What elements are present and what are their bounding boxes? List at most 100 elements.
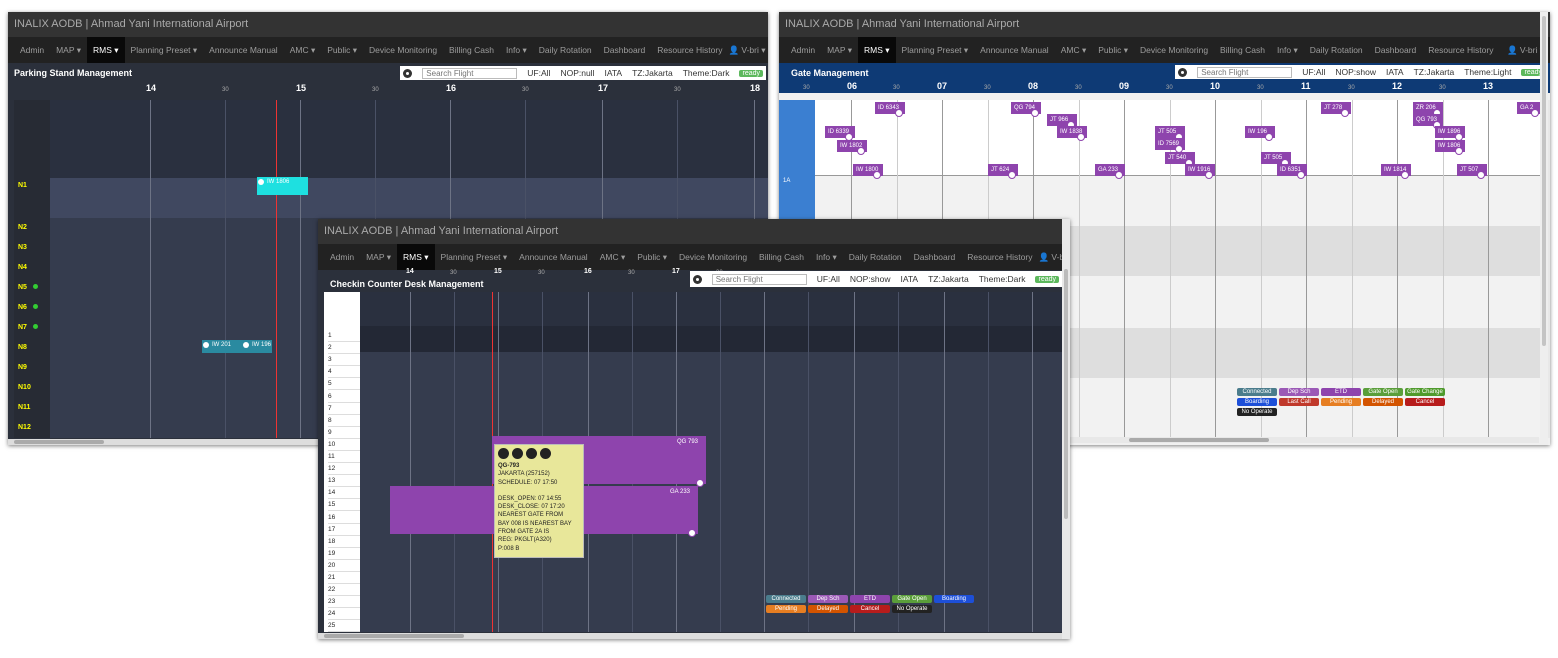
flight-bar[interactable]: IW 196 xyxy=(1245,126,1275,141)
edit-icon[interactable] xyxy=(540,448,551,459)
nav-daily-rotation[interactable]: Daily Rotation xyxy=(533,37,598,63)
nav-amc[interactable]: AMC ▾ xyxy=(1055,37,1093,63)
search-input[interactable] xyxy=(711,273,807,285)
flight-bar[interactable]: IW 196 xyxy=(242,340,272,353)
flight-bar[interactable]: QG 793 xyxy=(1413,114,1443,129)
flight-bar[interactable]: ID 6351 xyxy=(1277,164,1307,179)
nav-admin[interactable]: Admin xyxy=(14,37,50,63)
nav-info[interactable]: Info ▾ xyxy=(810,244,843,270)
horizontal-scrollbar[interactable] xyxy=(1069,437,1539,443)
nav-dashboard[interactable]: Dashboard xyxy=(1369,37,1423,63)
row-label: 19 xyxy=(328,548,360,560)
nav-public[interactable]: Public ▾ xyxy=(321,37,363,63)
flight-bar[interactable]: JT 505 xyxy=(1155,126,1185,141)
toolbar: UF:All NOP:null IATA TZ:Jakarta Theme:Da… xyxy=(400,66,766,80)
flight-bar[interactable]: IW 1916 xyxy=(1185,164,1215,179)
flight-bar[interactable]: GA 233 xyxy=(1095,164,1125,179)
uf-filter[interactable]: UF:All xyxy=(817,274,840,284)
flight-bar[interactable]: GA 2 xyxy=(1517,102,1541,117)
nav-resource-history[interactable]: Resource History xyxy=(1422,37,1499,63)
row-label: 24 xyxy=(328,608,360,621)
flight-bar[interactable]: ID 6339 xyxy=(825,126,855,141)
nav-rms[interactable]: RMS ▾ xyxy=(858,37,896,63)
nav-public[interactable]: Public ▾ xyxy=(631,244,673,270)
gear-icon[interactable] xyxy=(1178,67,1188,77)
flight-bar[interactable]: JT 507 xyxy=(1457,164,1487,179)
nav-rms[interactable]: RMS ▾ xyxy=(87,37,125,63)
nav-planning-preset[interactable]: Planning Preset ▾ xyxy=(435,244,514,270)
flight-bar[interactable]: IW 1806 xyxy=(1435,140,1465,155)
horizontal-scrollbar[interactable] xyxy=(318,633,1062,639)
flight-bar[interactable]: JT 505 xyxy=(1261,152,1291,167)
flight-bar[interactable]: IW 1806 xyxy=(257,177,308,195)
nav-resource-history[interactable]: Resource History xyxy=(651,37,728,63)
gear-icon[interactable] xyxy=(403,68,413,78)
page-vertical-scrollbar[interactable] xyxy=(1540,12,1548,445)
nav-info[interactable]: Info ▾ xyxy=(500,37,533,63)
nav-billing-cash[interactable]: Billing Cash xyxy=(753,244,810,270)
flight-bar[interactable]: QG 794 xyxy=(1011,102,1041,117)
nav-device-monitoring[interactable]: Device Monitoring xyxy=(673,244,753,270)
nav-billing-cash[interactable]: Billing Cash xyxy=(1214,37,1271,63)
nav-planning-preset[interactable]: Planning Preset ▾ xyxy=(896,37,975,63)
flight-bar[interactable]: ID 6343 xyxy=(875,102,905,117)
legend-no-operate: No Operate xyxy=(1237,408,1277,416)
timezone-select[interactable]: TZ:Jakarta xyxy=(632,68,673,78)
nav-announce-manual[interactable]: Announce Manual xyxy=(203,37,284,63)
flight-bar[interactable]: IW 1896 xyxy=(1435,126,1465,141)
nav-daily-rotation[interactable]: Daily Rotation xyxy=(1304,37,1369,63)
iata-toggle[interactable]: IATA xyxy=(900,274,918,284)
nav-amc[interactable]: AMC ▾ xyxy=(284,37,322,63)
nav-billing-cash[interactable]: Billing Cash xyxy=(443,37,500,63)
flight-bar[interactable]: IW 1838 xyxy=(1057,126,1087,141)
theme-select[interactable]: Theme:Dark xyxy=(979,274,1026,284)
user-menu[interactable]: 👤 V-bri ▾ xyxy=(728,45,768,56)
flight-bar[interactable]: JT 278 xyxy=(1321,102,1351,117)
nav-admin[interactable]: Admin xyxy=(324,244,360,270)
flight-bar[interactable]: ID 7569 xyxy=(1155,138,1185,153)
vertical-scrollbar[interactable] xyxy=(1062,219,1070,639)
back-icon[interactable] xyxy=(526,448,537,459)
flight-bar[interactable]: IW 201 xyxy=(202,340,242,353)
iata-toggle[interactable]: IATA xyxy=(1386,67,1404,77)
flight-bar[interactable]: JT 624 xyxy=(988,164,1018,179)
nav-planning-preset[interactable]: Planning Preset ▾ xyxy=(125,37,204,63)
nav-daily-rotation[interactable]: Daily Rotation xyxy=(843,244,908,270)
nav-device-monitoring[interactable]: Device Monitoring xyxy=(1134,37,1214,63)
nav-map[interactable]: MAP ▾ xyxy=(360,244,397,270)
nav-device-monitoring[interactable]: Device Monitoring xyxy=(363,37,443,63)
gear-icon[interactable] xyxy=(692,274,702,284)
nav-public[interactable]: Public ▾ xyxy=(1092,37,1134,63)
nop-filter[interactable]: NOP:null xyxy=(560,68,594,78)
list-icon[interactable] xyxy=(512,448,523,459)
flight-bar[interactable]: JT 540 xyxy=(1165,152,1195,167)
uf-filter[interactable]: UF:All xyxy=(1302,67,1325,77)
flight-bar[interactable]: JT 966 xyxy=(1047,114,1077,129)
nav-map[interactable]: MAP ▾ xyxy=(50,37,87,63)
theme-select[interactable]: Theme:Dark xyxy=(683,68,730,78)
nav-dashboard[interactable]: Dashboard xyxy=(908,244,962,270)
nav-amc[interactable]: AMC ▾ xyxy=(594,244,632,270)
nav-resource-history[interactable]: Resource History xyxy=(961,244,1038,270)
iata-toggle[interactable]: IATA xyxy=(604,68,622,78)
timezone-select[interactable]: TZ:Jakarta xyxy=(928,274,969,284)
nav-admin[interactable]: Admin xyxy=(785,37,821,63)
uf-filter[interactable]: UF:All xyxy=(527,68,550,78)
nav-rms[interactable]: RMS ▾ xyxy=(397,244,435,270)
search-input[interactable] xyxy=(422,67,518,79)
nav-dashboard[interactable]: Dashboard xyxy=(598,37,652,63)
timezone-select[interactable]: TZ:Jakarta xyxy=(1414,67,1455,77)
search-input[interactable] xyxy=(1197,66,1293,78)
nop-filter[interactable]: NOP:show xyxy=(850,274,891,284)
nop-filter[interactable]: NOP:show xyxy=(1335,67,1376,77)
nav-announce-manual[interactable]: Announce Manual xyxy=(513,244,594,270)
flight-bar[interactable]: IW 1814 xyxy=(1381,164,1411,179)
flight-bar[interactable]: IW 1800 xyxy=(853,164,883,179)
info-icon[interactable] xyxy=(498,448,509,459)
nav-map[interactable]: MAP ▾ xyxy=(821,37,858,63)
nav-info[interactable]: Info ▾ xyxy=(1271,37,1304,63)
theme-select[interactable]: Theme:Light xyxy=(1464,67,1511,77)
flight-bar[interactable]: IW 1802 xyxy=(837,140,867,155)
nav-announce-manual[interactable]: Announce Manual xyxy=(974,37,1055,63)
flight-bar[interactable]: ZR 206 xyxy=(1413,102,1443,117)
